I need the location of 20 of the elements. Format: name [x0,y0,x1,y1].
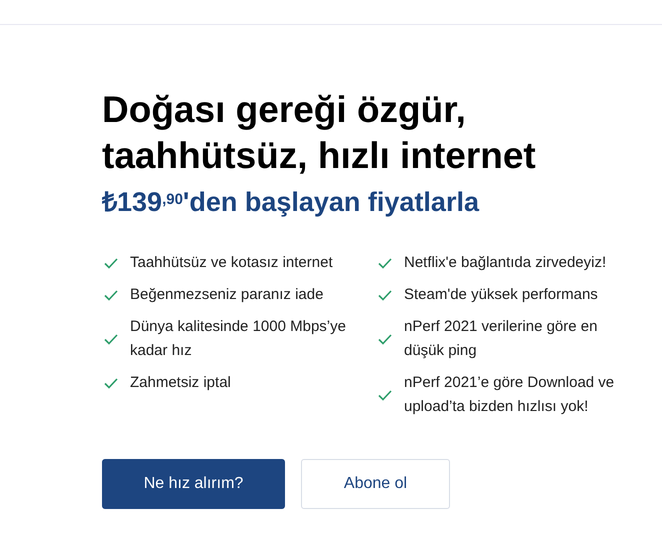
price-line: ₺139$^{,90}$'den başlayan fiyatlarla [102,186,480,219]
check-icon [104,258,118,268]
feature-text: Taahhütsüz ve kotasız internet [130,253,333,273]
check-icon [378,334,392,344]
subscribe-button[interactable]: Abone ol [301,459,450,509]
check-icon [378,290,392,300]
check-icon [104,378,118,388]
check-icon [378,258,392,268]
feature-text: Zahmetsiz iptal [130,373,231,393]
feature-text: nPerf 2021 verilerine göre en düşük ping [404,317,598,361]
feature-text: Steam'de yüksek performans [404,285,598,305]
hero-title: Doğası gereği özgür, taahhütsüz, hızlı internet [102,88,537,178]
feature-text: Beğenmezseniz paranız iade [130,285,324,305]
feature-text: Dünya kalitesinde 1000 Mbps’ye kadar hız [130,317,347,361]
speed-button[interactable]: Ne hız alırım? [102,459,285,509]
feature-text: Netflix'e bağlantıda zirvedeyiz! [404,253,606,273]
check-icon [378,390,392,400]
check-icon [104,334,118,344]
feature-text: nPerf 2021’e göre Download ve upload’ta bizden hızlısı yok! [404,373,616,417]
check-icon [104,290,118,300]
